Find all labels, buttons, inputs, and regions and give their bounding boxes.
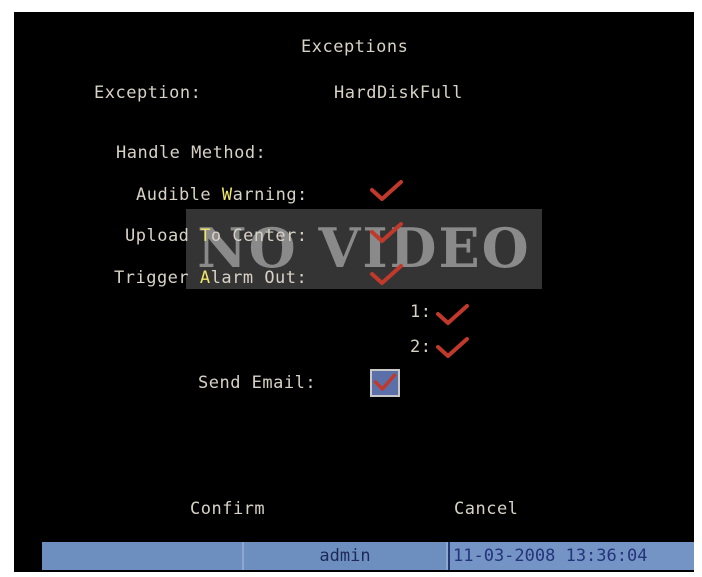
check-icon: [370, 180, 403, 201]
exception-select[interactable]: HardDiskFull: [334, 83, 463, 103]
check-icon: [370, 222, 403, 243]
alarm-out-1-check[interactable]: [434, 302, 470, 328]
alarm-out-2-check[interactable]: [434, 335, 470, 361]
status-datetime: 11-03-2008 13:36:04: [448, 542, 694, 570]
audible-warning-check[interactable]: [368, 178, 404, 204]
alarm-out-1-label: 1:: [410, 302, 432, 322]
alarm-out-2-label: 2:: [410, 337, 432, 357]
trigger-alarm-out-check[interactable]: [368, 262, 404, 288]
trigger-alarm-out-label: Trigger Alarm Out:: [114, 268, 308, 288]
upload-to-center-label: Upload To Center:: [125, 226, 308, 246]
dvr-screen: Exceptions Exception: HardDiskFull Handl…: [14, 12, 694, 572]
check-icon: [436, 337, 469, 358]
check-icon: [370, 264, 403, 285]
status-user: admin: [244, 542, 448, 570]
cancel-button[interactable]: Cancel: [454, 499, 518, 519]
handle-method-label: Handle Method:: [116, 143, 267, 163]
send-email-checkbox[interactable]: [370, 369, 400, 397]
send-email-label: Send Email:: [198, 373, 317, 393]
confirm-button[interactable]: Confirm: [190, 499, 265, 519]
status-bar: admin 11-03-2008 13:36:04: [42, 542, 694, 570]
status-segment-empty: [42, 542, 244, 570]
exception-label: Exception:: [94, 83, 202, 103]
upload-to-center-check[interactable]: [368, 220, 404, 246]
check-icon: [373, 373, 397, 391]
page-title: Exceptions: [301, 37, 409, 57]
check-icon: [436, 304, 469, 325]
audible-warning-label: Audible Warning:: [136, 185, 308, 205]
